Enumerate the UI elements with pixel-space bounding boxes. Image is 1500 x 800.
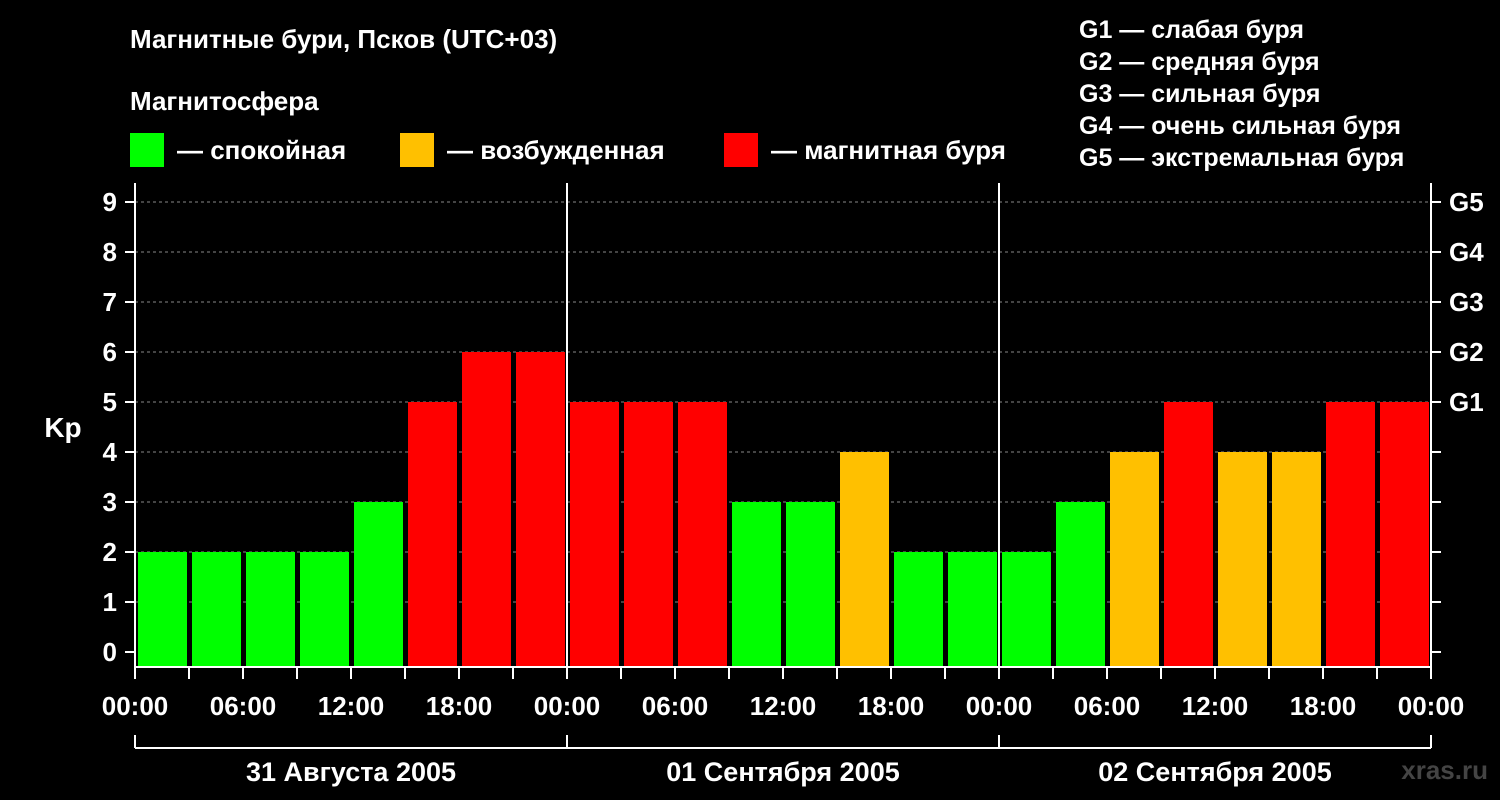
kp-chart: 0 1 2 3 4 5 6 7 8 9 G1 G2 G3 G4 G5 Kp 00:00 06:00 12:00 18:… xyxy=(44,183,1484,787)
y-tick-label: 1 xyxy=(103,587,117,617)
y-tick-label: 2 xyxy=(103,537,117,567)
x-tick-label: 00:00 xyxy=(966,691,1033,721)
kp-bar xyxy=(1110,452,1159,667)
x-tick-label: 12:00 xyxy=(1182,691,1249,721)
y-tick-label: 4 xyxy=(103,437,118,467)
kp-bar xyxy=(354,502,403,667)
x-tick-label: 12:00 xyxy=(750,691,817,721)
kp-bar xyxy=(1002,552,1051,667)
x-tick-label: 06:00 xyxy=(1074,691,1141,721)
kp-bar xyxy=(408,402,457,667)
kp-bar xyxy=(462,352,511,667)
kp-bar xyxy=(570,402,619,667)
x-tick-label: 00:00 xyxy=(102,691,169,721)
y-tick-label: 6 xyxy=(103,337,117,367)
kp-bar xyxy=(678,402,727,667)
y-tick-label: 8 xyxy=(103,237,117,267)
kp-bar xyxy=(516,352,565,667)
kp-bar xyxy=(894,552,943,667)
x-tick-label: 06:00 xyxy=(642,691,709,721)
y-tick-label: 7 xyxy=(103,287,117,317)
kp-bar xyxy=(1218,452,1267,667)
y-tick-label: 3 xyxy=(103,487,117,517)
kp-bar xyxy=(1056,502,1105,667)
watermark: xras.ru xyxy=(1401,755,1488,785)
day-label: 31 Августа 2005 xyxy=(246,757,456,787)
kp-bar xyxy=(1326,402,1375,667)
kp-bar xyxy=(300,552,349,667)
x-tick-label: 00:00 xyxy=(534,691,601,721)
g-tick-label: G5 xyxy=(1449,187,1484,217)
x-tick-label: 00:00 xyxy=(1398,691,1465,721)
kp-bar xyxy=(840,452,889,667)
kp-bar xyxy=(732,502,781,667)
g-tick-label: G1 xyxy=(1449,387,1484,417)
kp-bar xyxy=(1272,452,1321,667)
g-tick-label: G4 xyxy=(1449,237,1484,267)
kp-bar xyxy=(948,552,997,667)
y-tick-label: 5 xyxy=(103,387,117,417)
y-tick-label: 0 xyxy=(103,637,117,667)
y-axis-label: Kp xyxy=(44,412,81,443)
kp-bar xyxy=(1164,402,1213,667)
day-label: 01 Сентября 2005 xyxy=(666,757,899,787)
kp-bar xyxy=(1380,402,1429,667)
kp-bar xyxy=(624,402,673,667)
x-tick-label: 18:00 xyxy=(1290,691,1357,721)
x-tick-label: 18:00 xyxy=(426,691,493,721)
kp-bar xyxy=(192,552,241,667)
g-tick-label: G3 xyxy=(1449,287,1484,317)
kp-bar xyxy=(246,552,295,667)
kp-bar xyxy=(786,502,835,667)
kp-bar xyxy=(138,552,187,667)
y-tick-label: 9 xyxy=(103,187,117,217)
g-tick-label: G2 xyxy=(1449,337,1484,367)
x-tick-label: 18:00 xyxy=(858,691,925,721)
x-tick-label: 06:00 xyxy=(210,691,277,721)
x-tick-label: 12:00 xyxy=(318,691,385,721)
day-label: 02 Сентября 2005 xyxy=(1098,757,1331,787)
